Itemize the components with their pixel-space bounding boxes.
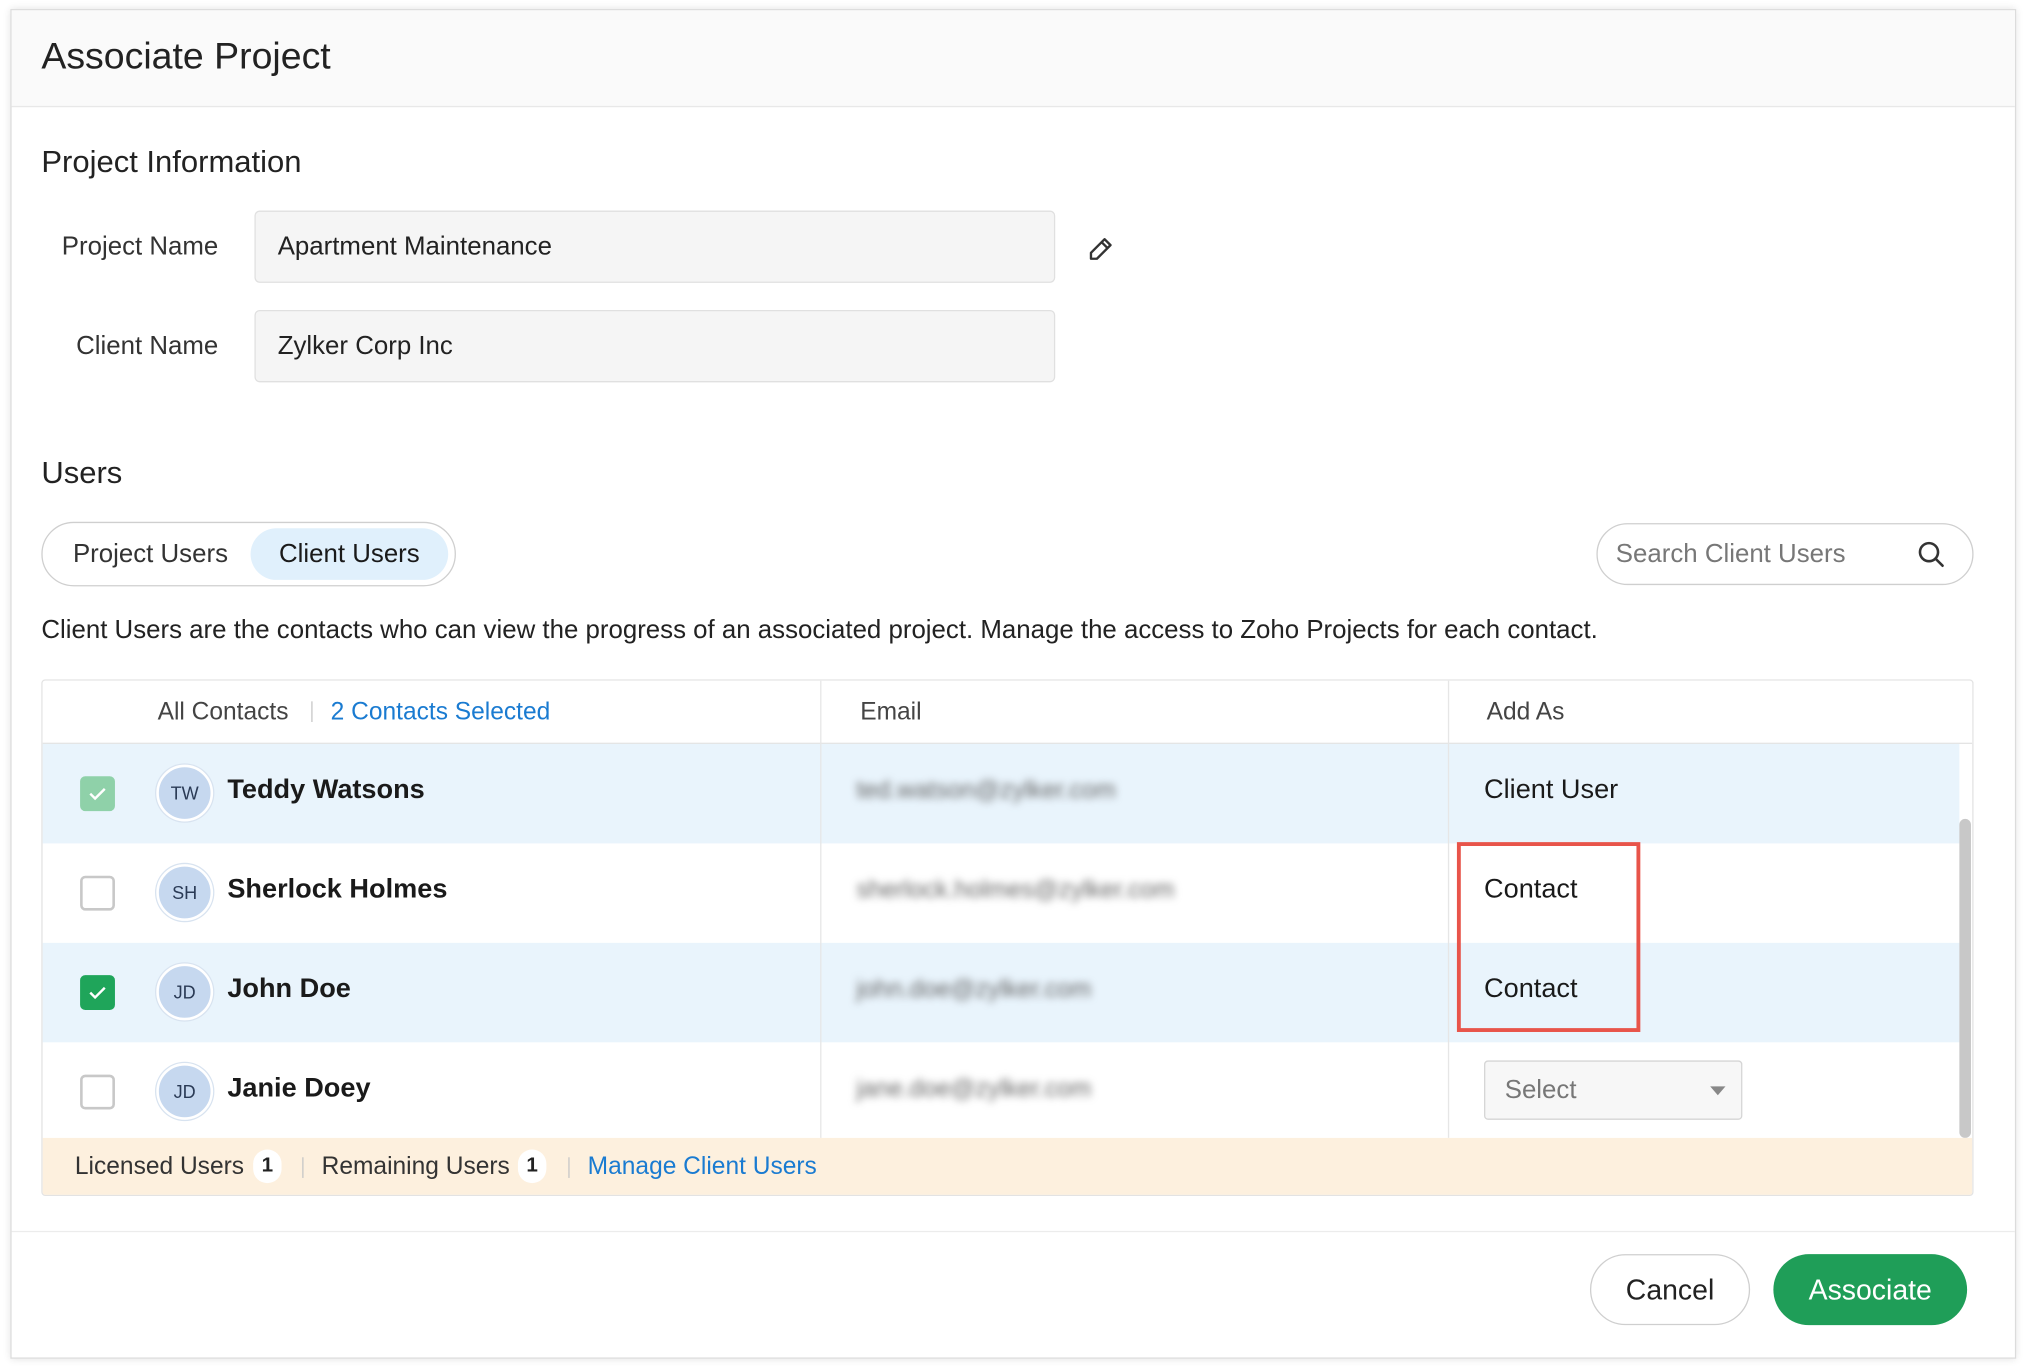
dialog-header: Associate Project xyxy=(11,10,2015,108)
project-information-heading: Project Information xyxy=(41,144,302,180)
contact-email: john.doe@zylker.com xyxy=(856,976,1092,1004)
add-as-highlight-box xyxy=(1456,842,1641,1032)
row-checkbox[interactable] xyxy=(80,875,115,911)
licensed-users-label: Licensed Users xyxy=(74,1153,245,1181)
table-header: All Contacts 2 Contacts Selected Email A… xyxy=(42,680,1973,744)
cancel-button[interactable]: Cancel xyxy=(1589,1254,1751,1326)
tab-client-users[interactable]: Client Users xyxy=(250,528,449,580)
remaining-users-count: 1 xyxy=(517,1149,547,1184)
avatar: TW xyxy=(156,764,214,822)
associate-button[interactable]: Associate xyxy=(1773,1254,1968,1326)
table-row[interactable]: JD Janie Doey jane.doe@zylker.com Select xyxy=(43,1042,1960,1141)
client-users-table: All Contacts 2 Contacts Selected Email A… xyxy=(41,679,1974,1197)
checkmark-icon xyxy=(89,787,106,801)
table-row[interactable]: JD John Doe john.doe@zylker.com Contact xyxy=(42,942,1960,1043)
contact-name: Teddy Watsons xyxy=(227,774,425,805)
users-tab-toggle: Project Users Client Users xyxy=(41,521,456,587)
search-input[interactable] xyxy=(1615,534,1913,574)
row-checkbox[interactable] xyxy=(80,776,115,812)
tab-project-users[interactable]: Project Users xyxy=(50,528,250,580)
table-scrollbar[interactable] xyxy=(1959,818,1971,1138)
header-add-as: Add As xyxy=(1486,698,1565,726)
avatar: JD xyxy=(156,963,214,1021)
remaining-users-label: Remaining Users xyxy=(321,1153,510,1181)
edit-pencil-icon[interactable] xyxy=(1086,235,1114,263)
client-users-description: Client Users are the contacts who can vi… xyxy=(41,616,1598,645)
project-name-label: Project Name xyxy=(61,232,219,261)
header-all-contacts[interactable]: All Contacts xyxy=(158,699,289,727)
license-summary-bar: Licensed Users 1 Remaining Users 1 Manag… xyxy=(42,1137,1973,1195)
contact-name: John Doe xyxy=(227,973,351,1004)
footer-divider xyxy=(11,1230,2015,1233)
contact-name: Sherlock Holmes xyxy=(227,874,448,905)
header-email: Email xyxy=(860,698,922,726)
row-checkbox[interactable] xyxy=(80,975,115,1011)
client-name-field[interactable]: Zylker Corp Inc xyxy=(254,309,1056,383)
chevron-down-icon xyxy=(1710,1086,1726,1096)
search-icon[interactable] xyxy=(1915,539,1946,570)
add-as-value: Client User xyxy=(1484,774,1619,805)
contact-email: sherlock.holmes@zylker.com xyxy=(856,876,1175,905)
column-divider xyxy=(1447,680,1450,1138)
project-name-field[interactable]: Apartment Maintenance xyxy=(254,210,1056,283)
add-as-select-value: Select xyxy=(1504,1075,1577,1104)
table-row[interactable]: TW Teddy Watsons ted.watson@zylker.com C… xyxy=(42,743,1960,844)
row-checkbox[interactable] xyxy=(80,1074,115,1110)
checkmark-icon xyxy=(89,986,106,1000)
add-as-select[interactable]: Select xyxy=(1484,1060,1743,1120)
footer-separator xyxy=(302,1157,304,1178)
users-heading: Users xyxy=(41,455,123,491)
manage-client-users-link[interactable]: Manage Client Users xyxy=(588,1153,817,1181)
licensed-users-count: 1 xyxy=(253,1149,282,1184)
header-separator xyxy=(311,701,313,723)
contact-email: ted.watson@zylker.com xyxy=(856,777,1116,805)
column-divider xyxy=(820,680,822,1138)
avatar: SH xyxy=(156,864,214,921)
avatar: JD xyxy=(156,1062,214,1120)
search-client-users[interactable] xyxy=(1596,523,1974,586)
associate-project-dialog: Associate Project Project Information Pr… xyxy=(10,9,2017,1359)
dialog-title: Associate Project xyxy=(41,36,331,78)
header-contacts-selected[interactable]: 2 Contacts Selected xyxy=(331,699,551,727)
footer-separator xyxy=(568,1157,570,1178)
contact-name: Janie Doey xyxy=(227,1073,371,1104)
table-row[interactable]: SH Sherlock Holmes sherlock.holmes@zylke… xyxy=(43,843,1960,942)
client-name-label: Client Name xyxy=(76,331,219,361)
contact-email: jane.doe@zylker.com xyxy=(856,1075,1092,1104)
